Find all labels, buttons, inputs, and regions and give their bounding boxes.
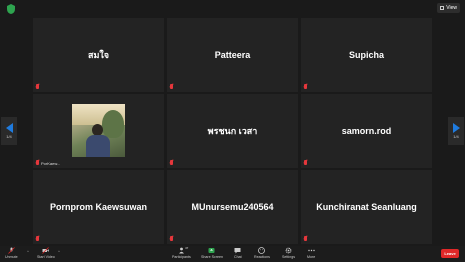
arrow-right-icon [452,123,460,133]
participant-tile[interactable]: Patteera [167,18,298,92]
participant-tile[interactable]: สมใจ [33,18,164,92]
audio-options-caret[interactable]: ^ [27,249,29,254]
muted-mic-icon [304,84,307,89]
more-icon [307,249,315,252]
start-video-button[interactable]: Start Video [37,247,55,259]
top-bar: View [0,0,465,17]
participant-name: Kunchiranat Seanluang [316,202,417,212]
meeting-toolbar: Unmute ^ Start Video ^ Participants 47 S… [0,246,465,262]
previous-page-button[interactable]: 1/4 [1,117,17,145]
shield-icon[interactable] [7,4,15,14]
gear-icon [285,247,292,254]
muted-mic-icon [170,236,173,241]
share-screen-button[interactable]: Share Screen [201,247,223,259]
participant-name: สมใจ [87,50,110,60]
start-video-label: Start Video [37,255,55,259]
page-indicator-left: 1/4 [6,134,12,139]
arrow-left-icon [5,123,13,133]
chat-label: Chat [234,255,242,259]
participants-label: Participants [172,255,191,259]
share-screen-label: Share Screen [201,255,223,259]
chat-icon [234,248,241,254]
participant-name: พรชนก เวสา [207,126,258,136]
reactions-icon [258,247,266,254]
participant-name: samorn.rod [341,126,392,136]
leave-button[interactable]: Leave [441,249,459,258]
more-button[interactable]: More [307,247,315,259]
share-screen-icon [208,248,215,253]
video-options-caret[interactable]: ^ [58,249,60,254]
settings-button[interactable]: Settings [282,247,295,259]
muted-mic-icon [36,236,39,241]
view-button[interactable]: View [437,3,460,13]
video-grid: สมใจ Patteera Supicha PorKaew... พรชนก เ… [33,18,432,244]
view-button-label: View [446,5,457,11]
reactions-label: Reactions [254,255,270,259]
muted-mic-icon [170,84,173,89]
next-page-button[interactable]: 1/4 [448,117,464,145]
participant-name: Supicha [348,50,384,60]
participant-video [72,104,125,157]
participant-name: MUnursemu240564 [191,202,274,212]
chat-button[interactable]: Chat [234,247,242,259]
unmute-label: Unmute [5,255,18,259]
participant-tile[interactable]: samorn.rod [301,94,432,168]
participant-tile[interactable]: Kunchiranat Seanluang [301,170,432,244]
reactions-button[interactable]: Reactions [254,247,270,259]
participants-icon [178,247,184,254]
participant-tile[interactable]: Supicha [301,18,432,92]
muted-mic-icon [304,160,307,165]
participant-name: Patteera [214,50,251,60]
mic-muted-icon [8,247,15,254]
participants-count: 47 [185,246,189,250]
participant-tile[interactable]: พรชนก เวสา [167,94,298,168]
muted-mic-icon [36,84,39,89]
more-label: More [307,255,316,259]
page-indicator-right: 1/4 [453,134,459,139]
muted-mic-icon [36,160,39,165]
participant-tile-video[interactable]: PorKaew... [33,94,164,168]
unmute-button[interactable]: Unmute [5,247,18,259]
participant-name: Pornprom Kaewsuwan [49,202,148,212]
muted-mic-icon [170,160,173,165]
settings-label: Settings [282,255,295,259]
participant-tile[interactable]: MUnursemu240564 [167,170,298,244]
video-off-icon [42,247,50,254]
participant-tile[interactable]: Pornprom Kaewsuwan [33,170,164,244]
grid-icon [440,6,445,10]
participant-name-label: PorKaew... [41,161,61,166]
muted-mic-icon [304,236,307,241]
